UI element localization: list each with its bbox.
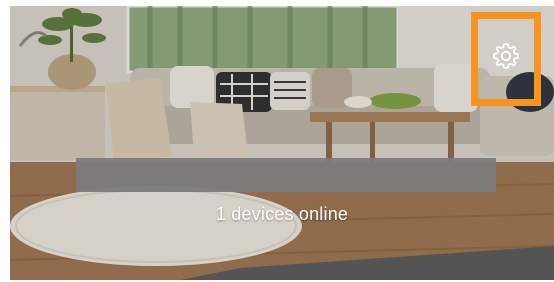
room-name-bar [76,158,496,192]
devices-online-status: 1 devices online [215,204,349,224]
settings-button[interactable] [471,12,541,106]
gear-icon [493,43,519,69]
room-card[interactable]: 1 devices online [10,6,554,280]
